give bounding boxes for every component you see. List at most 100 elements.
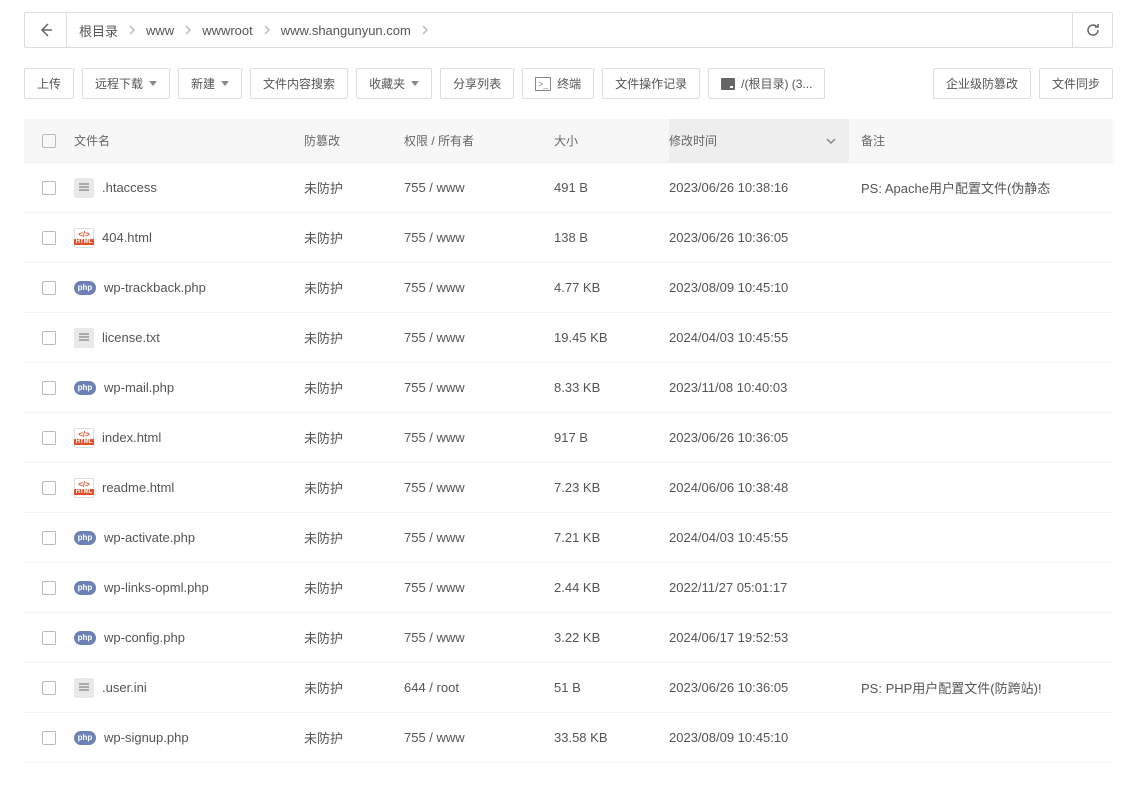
upload-button[interactable]: 上传 [24, 68, 74, 99]
new-button[interactable]: 新建 [178, 68, 242, 99]
file-name-cell[interactable]: phpwp-mail.php [74, 380, 304, 395]
file-name-cell[interactable]: .htaccess [74, 178, 304, 198]
file-name-cell[interactable]: </>HTMLindex.html [74, 428, 304, 448]
enterprise-tamper-button[interactable]: 企业级防篡改 [933, 68, 1031, 99]
column-header-mtime[interactable]: 修改时间 [669, 119, 849, 162]
column-header-name[interactable]: 文件名 [74, 132, 304, 149]
select-all-checkbox[interactable] [42, 134, 56, 148]
breadcrumb-item[interactable]: www [138, 23, 182, 38]
file-name-cell[interactable]: phpwp-trackback.php [74, 280, 304, 295]
table-row[interactable]: phpwp-links-opml.php未防护755 / www2.44 KB2… [24, 563, 1113, 613]
php-file-icon: php [74, 631, 96, 645]
row-checkbox[interactable] [42, 481, 56, 495]
operation-log-button[interactable]: 文件操作记录 [602, 68, 700, 99]
mtime-cell: 2023/08/09 10:45:10 [669, 280, 849, 295]
protect-cell: 未防护 [304, 528, 404, 547]
size-cell: 917 B [554, 430, 669, 445]
table-row[interactable]: phpwp-activate.php未防护755 / www7.21 KB202… [24, 513, 1113, 563]
perm-cell[interactable]: 755 / www [404, 180, 554, 195]
breadcrumb-item[interactable]: wwwroot [194, 23, 261, 38]
toolbar: 上传 远程下载 新建 文件内容搜索 收藏夹 分享列表 终端 文件操作记录 /(根… [24, 68, 1113, 99]
perm-cell[interactable]: 755 / www [404, 480, 554, 495]
file-name-cell[interactable]: phpwp-signup.php [74, 730, 304, 745]
row-checkbox[interactable] [42, 331, 56, 345]
table-row[interactable]: .htaccess未防护755 / www491 B2023/06/26 10:… [24, 163, 1113, 213]
php-file-icon: php [74, 281, 96, 295]
mtime-cell: 2023/06/26 10:36:05 [669, 680, 849, 695]
refresh-button[interactable] [1072, 13, 1112, 47]
chevron-down-icon [411, 81, 419, 86]
remote-download-button[interactable]: 远程下载 [82, 68, 170, 99]
perm-cell[interactable]: 755 / www [404, 230, 554, 245]
protect-cell: 未防护 [304, 628, 404, 647]
size-cell: 138 B [554, 230, 669, 245]
perm-cell[interactable]: 755 / www [404, 430, 554, 445]
html-file-icon: </>HTML [74, 478, 94, 498]
table-row[interactable]: phpwp-mail.php未防护755 / www8.33 KB2023/11… [24, 363, 1113, 413]
mtime-cell: 2023/06/26 10:36:05 [669, 230, 849, 245]
size-cell: 7.23 KB [554, 480, 669, 495]
breadcrumb: 根目录 www wwwroot www.shangunyun.com [67, 13, 1072, 47]
protect-cell: 未防护 [304, 428, 404, 447]
row-checkbox[interactable] [42, 581, 56, 595]
content-search-button[interactable]: 文件内容搜索 [250, 68, 348, 99]
table-row[interactable]: phpwp-trackback.php未防护755 / www4.77 KB20… [24, 263, 1113, 313]
perm-cell[interactable]: 755 / www [404, 330, 554, 345]
php-file-icon: php [74, 581, 96, 595]
file-name-cell[interactable]: .user.ini [74, 678, 304, 698]
perm-cell[interactable]: 755 / www [404, 280, 554, 295]
back-button[interactable] [25, 13, 67, 47]
column-header-perm[interactable]: 权限 / 所有者 [404, 132, 554, 149]
size-cell: 4.77 KB [554, 280, 669, 295]
breadcrumb-item[interactable]: 根目录 [71, 21, 126, 40]
file-sync-button[interactable]: 文件同步 [1039, 68, 1113, 99]
table-row[interactable]: phpwp-signup.php未防护755 / www33.58 KB2023… [24, 713, 1113, 763]
row-checkbox[interactable] [42, 231, 56, 245]
chevron-down-icon [221, 81, 229, 86]
perm-cell[interactable]: 755 / www [404, 380, 554, 395]
file-name-cell[interactable]: license.txt [74, 328, 304, 348]
perm-cell[interactable]: 755 / www [404, 730, 554, 745]
table-row[interactable]: .user.ini未防护644 / root51 B2023/06/26 10:… [24, 663, 1113, 713]
perm-cell[interactable]: 755 / www [404, 580, 554, 595]
row-checkbox[interactable] [42, 531, 56, 545]
row-checkbox[interactable] [42, 281, 56, 295]
chevron-right-icon [182, 25, 194, 35]
table-row[interactable]: </>HTMLindex.html未防护755 / www917 B2023/0… [24, 413, 1113, 463]
file-name-cell[interactable]: phpwp-activate.php [74, 530, 304, 545]
file-name-cell[interactable]: phpwp-links-opml.php [74, 580, 304, 595]
row-checkbox[interactable] [42, 681, 56, 695]
share-list-button[interactable]: 分享列表 [440, 68, 514, 99]
row-checkbox[interactable] [42, 381, 56, 395]
favorites-button[interactable]: 收藏夹 [356, 68, 432, 99]
text-file-icon [74, 678, 94, 698]
terminal-button[interactable]: 终端 [522, 68, 594, 99]
row-checkbox[interactable] [42, 631, 56, 645]
breadcrumb-item[interactable]: www.shangunyun.com [273, 23, 419, 38]
perm-cell[interactable]: 644 / root [404, 680, 554, 695]
table-row[interactable]: </>HTML404.html未防护755 / www138 B2023/06/… [24, 213, 1113, 263]
file-name-cell[interactable]: </>HTML404.html [74, 228, 304, 248]
table-row[interactable]: phpwp-config.php未防护755 / www3.22 KB2024/… [24, 613, 1113, 663]
protect-cell: 未防护 [304, 378, 404, 397]
row-checkbox[interactable] [42, 731, 56, 745]
row-checkbox[interactable] [42, 431, 56, 445]
chevron-down-icon [149, 81, 157, 86]
size-cell: 19.45 KB [554, 330, 669, 345]
file-name-cell[interactable]: </>HTMLreadme.html [74, 478, 304, 498]
column-header-size[interactable]: 大小 [554, 132, 669, 149]
mtime-cell: 2024/04/03 10:45:55 [669, 530, 849, 545]
table-row[interactable]: license.txt未防护755 / www19.45 KB2024/04/0… [24, 313, 1113, 363]
perm-cell[interactable]: 755 / www [404, 530, 554, 545]
table-row[interactable]: </>HTMLreadme.html未防护755 / www7.23 KB202… [24, 463, 1113, 513]
column-header-remark: 备注 [849, 132, 1113, 149]
disk-selector-button[interactable]: /(根目录) (3... [708, 68, 825, 99]
column-header-protect[interactable]: 防篡改 [304, 132, 404, 149]
chevron-right-icon [126, 25, 138, 35]
html-file-icon: </>HTML [74, 428, 94, 448]
text-file-icon [74, 178, 94, 198]
row-checkbox[interactable] [42, 181, 56, 195]
file-name-cell[interactable]: phpwp-config.php [74, 630, 304, 645]
mtime-cell: 2024/06/17 19:52:53 [669, 630, 849, 645]
perm-cell[interactable]: 755 / www [404, 630, 554, 645]
